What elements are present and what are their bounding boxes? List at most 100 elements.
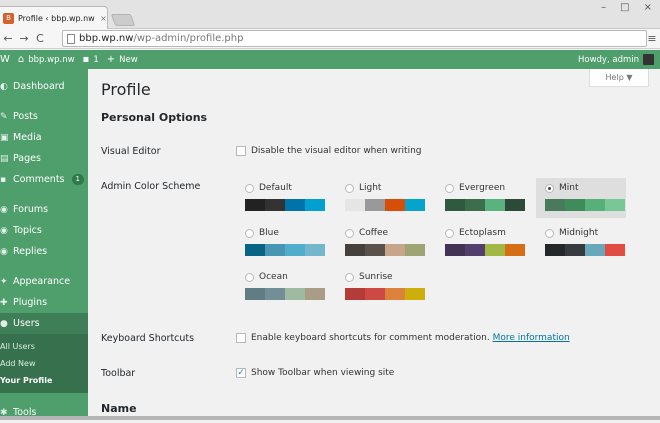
keyboard-shortcuts-checkbox[interactable]: [236, 333, 246, 343]
color-swatch: [585, 199, 605, 211]
color-swatch: [305, 288, 325, 300]
window-controls: – □ ×: [601, 0, 652, 16]
color-swatch: [605, 244, 625, 256]
color-scheme-name: Default: [259, 183, 292, 193]
wordpress-logo-icon[interactable]: W: [0, 54, 10, 65]
color-scheme-ectoplasm[interactable]: Ectoplasm: [436, 223, 526, 263]
sidebar-item-posts[interactable]: ✎ Posts: [0, 106, 88, 127]
new-content-link[interactable]: + New: [107, 54, 138, 65]
back-icon[interactable]: ←: [0, 32, 16, 45]
sidebar-item-dashboard[interactable]: ◐ Dashboard: [0, 76, 88, 97]
home-icon: ⌂: [17, 54, 25, 65]
site-name-link[interactable]: ⌂ bbp.wp.nw: [18, 54, 75, 65]
visual-editor-checkbox[interactable]: [236, 146, 246, 156]
toolbar-text: Show Toolbar when viewing site: [251, 368, 395, 378]
reload-icon[interactable]: C: [32, 32, 48, 45]
color-scheme-name: Coffee: [359, 228, 389, 238]
color-scheme-mint[interactable]: Mint: [536, 178, 626, 218]
color-scheme-radio[interactable]: [345, 183, 354, 193]
tab-close-icon[interactable]: ×: [100, 14, 107, 23]
color-swatch: [305, 244, 325, 256]
close-window-icon[interactable]: ×: [644, 0, 652, 16]
sidebar-item-pages[interactable]: ▤ Pages: [0, 148, 88, 169]
color-swatch: [545, 199, 565, 211]
color-scheme-sunrise[interactable]: Sunrise: [336, 267, 426, 307]
browser-menu-icon[interactable]: ≡: [644, 32, 660, 45]
color-swatch: [285, 244, 305, 256]
main-content: Help ▼ Profile Personal Options Visual E…: [88, 69, 660, 420]
sidebar-item-forums[interactable]: ◉ Forums: [0, 199, 88, 220]
help-button[interactable]: Help ▼: [589, 69, 649, 87]
color-scheme-light[interactable]: Light: [336, 178, 426, 218]
sidebar-item-users[interactable]: ● Users: [0, 313, 88, 334]
submenu-add-new[interactable]: Add New: [0, 355, 88, 372]
media-icon: ▣: [0, 132, 9, 143]
color-swatch: [565, 199, 585, 211]
color-swatch: [465, 244, 485, 256]
color-swatch: [605, 199, 625, 211]
sidebar-item-appearance[interactable]: ✦ Appearance: [0, 271, 88, 292]
color-swatch: [405, 199, 425, 211]
users-icon: ●: [0, 318, 8, 329]
color-swatch: [485, 244, 505, 256]
color-swatch: [445, 199, 465, 211]
color-swatch: [345, 244, 365, 256]
color-swatch: [465, 199, 485, 211]
color-swatches: [545, 244, 626, 256]
color-swatches: [245, 199, 326, 211]
page-icon: [67, 33, 75, 44]
color-scheme-radio[interactable]: [245, 183, 254, 193]
sidebar-item-comments[interactable]: ▪ Comments 1: [0, 169, 88, 190]
minimize-icon[interactable]: –: [601, 0, 606, 16]
color-scheme-midnight[interactable]: Midnight: [536, 223, 626, 263]
color-scheme-radio[interactable]: [345, 272, 354, 282]
account-menu[interactable]: Howdy, admin: [578, 50, 654, 69]
color-scheme-name: Midnight: [559, 228, 599, 238]
sidebar-item-media[interactable]: ▣ Media: [0, 127, 88, 148]
color-swatches: [445, 244, 526, 256]
color-scheme-ocean[interactable]: Ocean: [236, 267, 326, 307]
color-scheme-evergreen[interactable]: Evergreen: [436, 178, 526, 218]
maximize-icon[interactable]: □: [620, 0, 629, 16]
submenu-your-profile[interactable]: Your Profile: [0, 372, 88, 389]
color-swatch: [505, 199, 525, 211]
browser-tab[interactable]: B Profile ‹ bbp.wp.nw — Wo ×: [0, 6, 108, 29]
color-scheme-name: Ocean: [259, 272, 288, 282]
sidebar-item-plugins[interactable]: ✚ Plugins: [0, 292, 88, 313]
color-scheme-default[interactable]: Default: [236, 178, 326, 218]
color-swatch: [365, 244, 385, 256]
color-scheme-radio[interactable]: [445, 228, 454, 238]
color-scheme-radio[interactable]: [345, 228, 354, 238]
color-scheme-radio[interactable]: [545, 183, 554, 193]
color-scheme-blue[interactable]: Blue: [236, 223, 326, 263]
color-scheme-radio[interactable]: [245, 228, 254, 238]
address-bar[interactable]: bbp.wp.nw/wp-admin/profile.php: [62, 30, 647, 47]
color-swatch: [285, 288, 305, 300]
color-scheme-label: Mint: [545, 182, 626, 194]
color-scheme-radio[interactable]: [545, 228, 554, 238]
color-scheme-coffee[interactable]: Coffee: [336, 223, 426, 263]
keyboard-shortcuts-label: Keyboard Shortcuts: [101, 333, 195, 344]
color-scheme-name: Blue: [259, 228, 279, 238]
more-information-link[interactable]: More information: [493, 333, 570, 343]
comment-bubble-icon: ▪: [82, 54, 90, 65]
submenu-all-users[interactable]: All Users: [0, 338, 88, 355]
color-scheme-radio[interactable]: [245, 272, 254, 282]
window-bottom-edge: [0, 416, 660, 420]
toolbar-checkbox[interactable]: ✓: [236, 368, 246, 378]
color-swatch: [245, 199, 265, 211]
color-swatch: [385, 288, 405, 300]
color-scheme-radio[interactable]: [445, 183, 454, 193]
browser-tabstrip: B Profile ‹ bbp.wp.nw — Wo × – □ ×: [0, 0, 660, 29]
color-scheme-label: Blue: [245, 227, 326, 239]
color-swatch: [385, 244, 405, 256]
color-swatch: [405, 244, 425, 256]
color-swatch: [345, 199, 365, 211]
forward-icon[interactable]: →: [16, 32, 32, 45]
comments-icon: ▪: [0, 174, 7, 185]
comments-link[interactable]: ▪ 1: [83, 54, 99, 65]
sidebar-item-replies[interactable]: ◉ Replies: [0, 241, 88, 262]
new-tab-button[interactable]: [110, 14, 136, 26]
sidebar-item-topics[interactable]: ◉ Topics: [0, 220, 88, 241]
admin-sidebar: ◐ Dashboard ✎ Posts ▣ Media ▤ Pages ▪ Comment…: [0, 69, 88, 420]
